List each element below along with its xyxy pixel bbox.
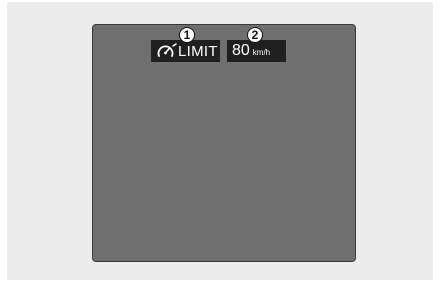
set-speed-unit: km/h <box>252 48 271 57</box>
set-speed-value: 80 <box>232 42 250 59</box>
cluster-display <box>92 24 356 262</box>
speed-limiter-indicator: LIMIT <box>151 40 220 62</box>
speed-limiter-gauge-icon <box>155 42 177 60</box>
callout-1: 1 <box>179 27 195 43</box>
set-speed-indicator: 80 km/h <box>227 40 286 62</box>
limit-label: LIMIT <box>178 42 218 60</box>
figure: LIMIT 80 km/h 1 2 <box>0 0 440 282</box>
callout-2: 2 <box>247 27 263 43</box>
